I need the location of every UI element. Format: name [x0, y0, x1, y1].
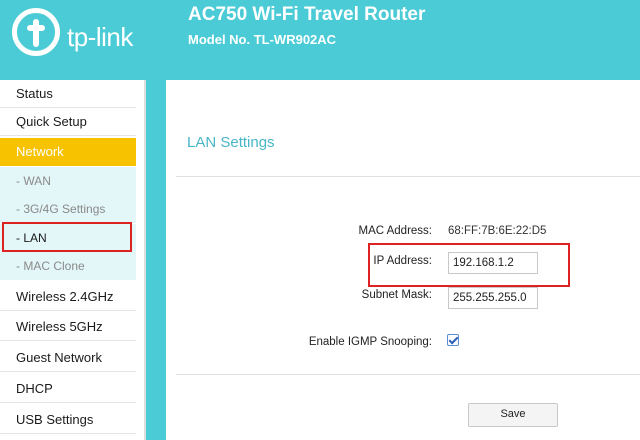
logo-text: tp-link [67, 22, 133, 52]
subnet-mask-label: Subnet Mask: [361, 289, 432, 301]
lan-highlight-box [2, 222, 132, 252]
subnet-mask-input[interactable]: 255.255.255.0 [448, 287, 538, 309]
tp-link-logo-icon [12, 8, 60, 56]
sidebar-item-quick-setup[interactable]: Quick Setup [0, 108, 136, 136]
ip-highlight-box [368, 243, 570, 287]
sidebar-item-wireless-24[interactable]: Wireless 2.4GHz [0, 283, 136, 311]
product-title: AC750 Wi-Fi Travel Router [188, 4, 426, 25]
save-button[interactable]: Save [468, 403, 558, 427]
sidebar-item-status[interactable]: Status [0, 80, 136, 108]
sidebar-item-guest-network[interactable]: Guest Network [0, 344, 136, 372]
page-title: LAN Settings [187, 134, 275, 151]
sidebar-item-wireless-5[interactable]: Wireless 5GHz [0, 313, 136, 341]
sidebar-item-usb-settings[interactable]: USB Settings [0, 406, 136, 434]
mac-address-value: 68:FF:7B:6E:22:D5 [448, 225, 547, 237]
mac-address-label: MAC Address: [358, 225, 433, 237]
header-bar: tp-link AC750 Wi-Fi Travel Router Model … [0, 0, 640, 80]
accent-bar [146, 80, 166, 440]
sidebar-item-dhcp[interactable]: DHCP [0, 375, 136, 403]
bottom-divider [176, 374, 640, 375]
sidebar-subitem-wan[interactable]: - WAN [0, 167, 136, 195]
sidebar-subitem-3g4g[interactable]: - 3G/4G Settings [0, 195, 136, 223]
sidebar-nav: Status Quick Setup Network - WAN - 3G/4G… [0, 80, 146, 440]
igmp-snooping-checkbox[interactable] [447, 334, 459, 346]
sidebar-subitem-mac-clone[interactable]: - MAC Clone [0, 252, 136, 280]
tp-link-logo: tp-link [12, 8, 152, 72]
model-number: Model No. TL-WR902AC [188, 32, 337, 47]
igmp-snooping-label: Enable IGMP Snooping: [308, 336, 432, 348]
sidebar-item-network[interactable]: Network [0, 138, 136, 166]
top-divider [176, 176, 640, 177]
